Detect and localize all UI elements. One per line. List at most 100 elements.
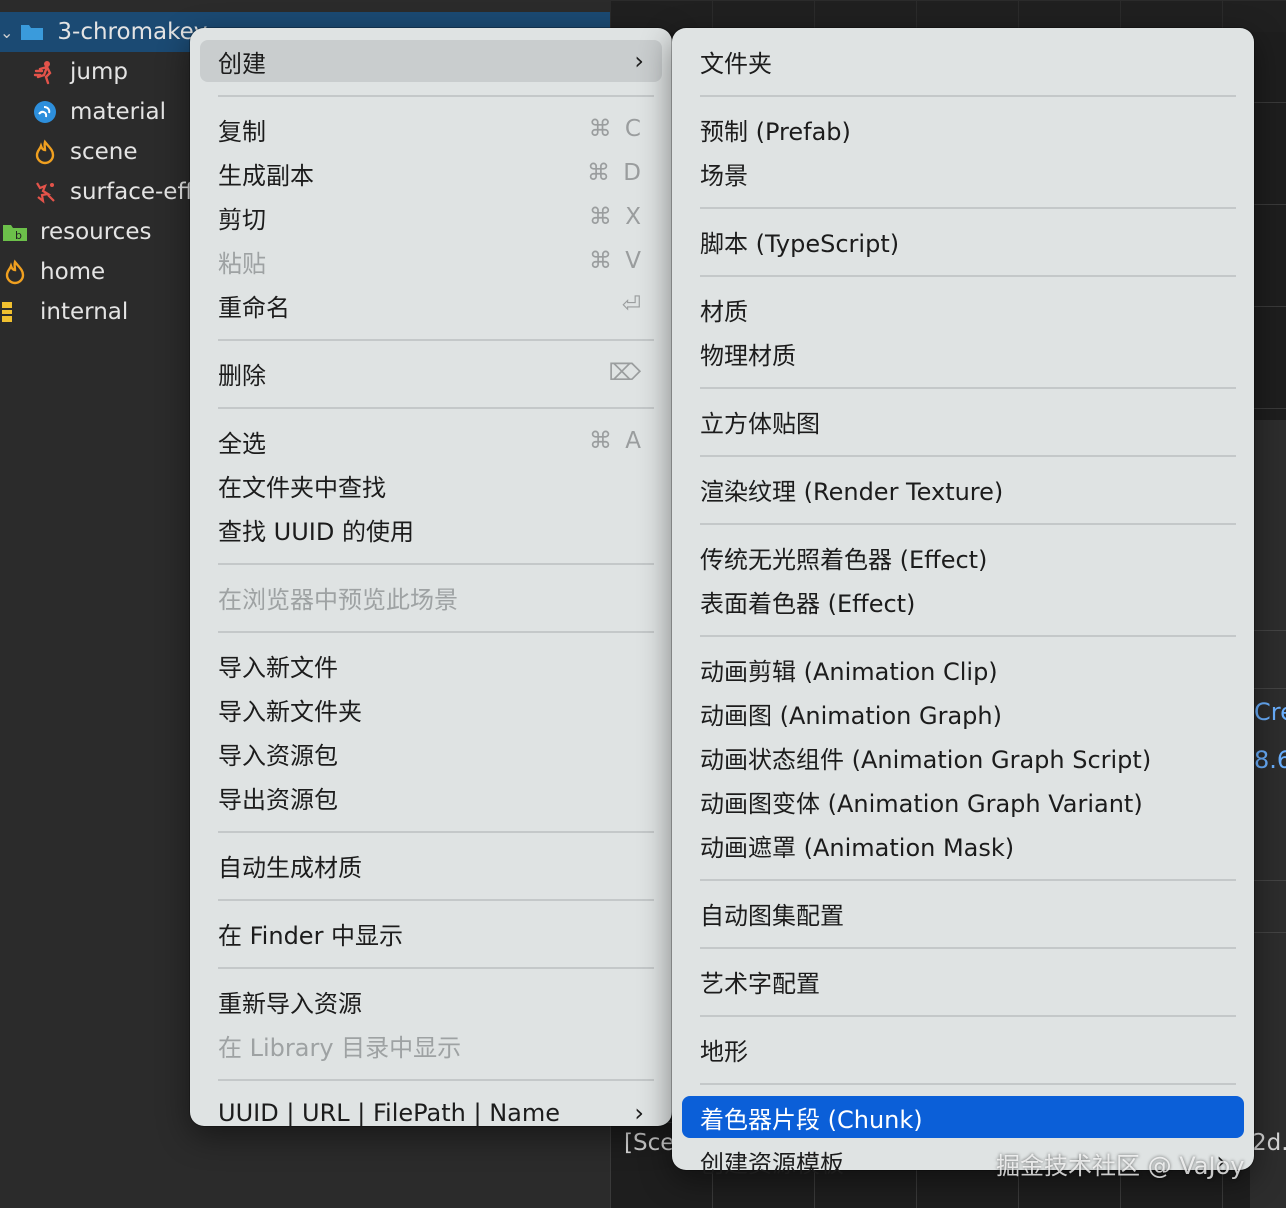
menu-item[interactable]: 删除 ⌦ [200, 352, 662, 394]
menu-separator [700, 207, 1236, 209]
menu-item[interactable]: 场景 [682, 152, 1244, 194]
effect-icon [32, 179, 58, 205]
menu-item[interactable]: 地形 [682, 1028, 1244, 1070]
divider [1250, 688, 1286, 689]
inspector-label: Cre [1254, 698, 1286, 726]
menu-separator [700, 879, 1236, 881]
menu-item-label: 自动图集配置 [700, 901, 844, 930]
menu-item-label: 查找 UUID 的使用 [218, 517, 414, 546]
watermark: 掘金技术社区 @ VaJoy [996, 1152, 1245, 1180]
menu-item-label: 复制 [218, 117, 266, 146]
menu-item[interactable]: 艺术字配置 [682, 960, 1244, 1002]
menu-item[interactable]: 剪切 ⌘ X [200, 196, 662, 238]
menu-separator [218, 407, 654, 409]
console-log-tail: 2d. [1252, 1130, 1286, 1156]
menu-item[interactable]: 动画图变体 (Animation Graph Variant) [682, 780, 1244, 822]
menu-item[interactable]: 渲染纹理 (Render Texture) [682, 468, 1244, 510]
chevron-right-icon: › [634, 1099, 644, 1127]
menu-item-label: 在 Library 目录中显示 [218, 1033, 462, 1062]
menu-separator [700, 1015, 1236, 1017]
menu-item[interactable]: 导出资源包 [200, 776, 662, 818]
menu-item[interactable]: 查找 UUID 的使用 [200, 508, 662, 550]
menu-item[interactable]: 动画剪辑 (Animation Clip) [682, 648, 1244, 690]
menu-item[interactable]: 着色器片段 (Chunk) [682, 1096, 1244, 1138]
menu-item[interactable]: 复制 ⌘ C [200, 108, 662, 150]
menu-item[interactable]: 动画遮罩 (Animation Mask) [682, 824, 1244, 866]
tree-item-label: internal [40, 299, 129, 325]
menu-item: 在 Library 目录中显示 [200, 1024, 662, 1066]
menu-item[interactable]: 脚本 (TypeScript) [682, 220, 1244, 262]
menu-item-label: 场景 [700, 161, 748, 190]
menu-item-label: 自动生成材质 [218, 853, 362, 882]
menu-item[interactable]: 导入新文件夹 [200, 688, 662, 730]
menu-item[interactable]: 表面着色器 (Effect) [682, 580, 1244, 622]
tree-item-label: scene [70, 139, 138, 165]
menu-item[interactable]: 传统无光照着色器 (Effect) [682, 536, 1244, 578]
menu-item[interactable]: 材质 [682, 288, 1244, 330]
menu-item-label: 材质 [700, 297, 748, 326]
menu-item-label: 文件夹 [700, 49, 772, 78]
menu-item[interactable]: 物理材质 [682, 332, 1244, 374]
menu-item-label: 动画剪辑 (Animation Clip) [700, 657, 998, 686]
menu-separator [218, 967, 654, 969]
menu-separator [700, 947, 1236, 949]
tree-item-label: 3-chromakey [57, 19, 208, 45]
menu-item[interactable]: 创建 › [200, 40, 662, 82]
menu-item[interactable]: 全选 ⌘ A [200, 420, 662, 462]
menu-item-label: 动画状态组件 (Animation Graph Script) [700, 745, 1152, 774]
menu-item-label: 剪切 [218, 205, 266, 234]
folder-icon [19, 19, 45, 45]
menu-item[interactable]: 生成副本 ⌘ D [200, 152, 662, 194]
menu-separator [700, 523, 1236, 525]
menu-item-label: 着色器片段 (Chunk) [700, 1105, 923, 1134]
scene-icon [32, 139, 58, 165]
bundle-folder-icon: b [2, 219, 28, 245]
menu-item-label: 导出资源包 [218, 785, 338, 814]
menu-separator [218, 899, 654, 901]
inspector-panel: Cre 8.6 [1250, 420, 1286, 1208]
menu-item-label: 表面着色器 (Effect) [700, 589, 916, 618]
shortcut-hint: ⌘ D [586, 160, 644, 186]
menu-item[interactable]: 动画图 (Animation Graph) [682, 692, 1244, 734]
menu-item-label: 艺术字配置 [700, 969, 820, 998]
menu-separator [700, 95, 1236, 97]
menu-separator [700, 635, 1236, 637]
menu-item-label: 导入资源包 [218, 741, 338, 770]
menu-item-label: 预制 (Prefab) [700, 117, 851, 146]
menu-item-label: 生成副本 [218, 161, 314, 190]
menu-item[interactable]: 导入资源包 [200, 732, 662, 774]
scene-icon [2, 259, 28, 285]
menu-item[interactable]: 重命名 ⏎ [200, 284, 662, 326]
menu-item[interactable]: 导入新文件 [200, 644, 662, 686]
chevron-down-icon[interactable]: ⌄ [0, 23, 13, 42]
chevron-right-icon: › [634, 47, 644, 75]
menu-item-label: 脚本 (TypeScript) [700, 229, 900, 258]
menu-item[interactable]: 在文件夹中查找 [200, 464, 662, 506]
menu-item[interactable]: 在 Finder 中显示 [200, 912, 662, 954]
menu-item[interactable]: 自动图集配置 [682, 892, 1244, 934]
create-submenu: 文件夹预制 (Prefab) 场景脚本 (TypeScript) 材质物理材质立方体… [672, 28, 1254, 1178]
menu-item[interactable]: 动画状态组件 (Animation Graph Script) [682, 736, 1244, 778]
menu-item-label: 传统无光照着色器 (Effect) [700, 545, 988, 574]
db-icon [2, 299, 28, 325]
menu-item[interactable]: 预制 (Prefab) [682, 108, 1244, 150]
menu-item[interactable]: 文件夹 [682, 40, 1244, 82]
menu-item[interactable]: 立方体贴图 [682, 400, 1244, 442]
menu-separator [700, 387, 1236, 389]
tree-item-label: jump [70, 59, 128, 85]
shortcut-hint: ⌘ X [588, 204, 644, 230]
menu-item[interactable]: UUID | URL | FilePath | Name › [200, 1092, 662, 1134]
menu-item-label: 重命名 [218, 293, 290, 322]
divider [1250, 880, 1286, 881]
menu-item[interactable]: 重新导入资源 [200, 980, 662, 1022]
menu-item-label: 地形 [700, 1037, 748, 1066]
menu-separator [218, 339, 654, 341]
menu-item[interactable]: 自动生成材质 [200, 844, 662, 886]
menu-item-label: 在文件夹中查找 [218, 473, 386, 502]
tree-item-label: material [70, 99, 166, 125]
inspector-value: 8.6 [1254, 746, 1286, 774]
menu-separator [700, 275, 1236, 277]
tree-item-label: home [40, 259, 106, 285]
shortcut-hint: ⌦ [608, 360, 644, 386]
menu-separator [700, 1083, 1236, 1085]
